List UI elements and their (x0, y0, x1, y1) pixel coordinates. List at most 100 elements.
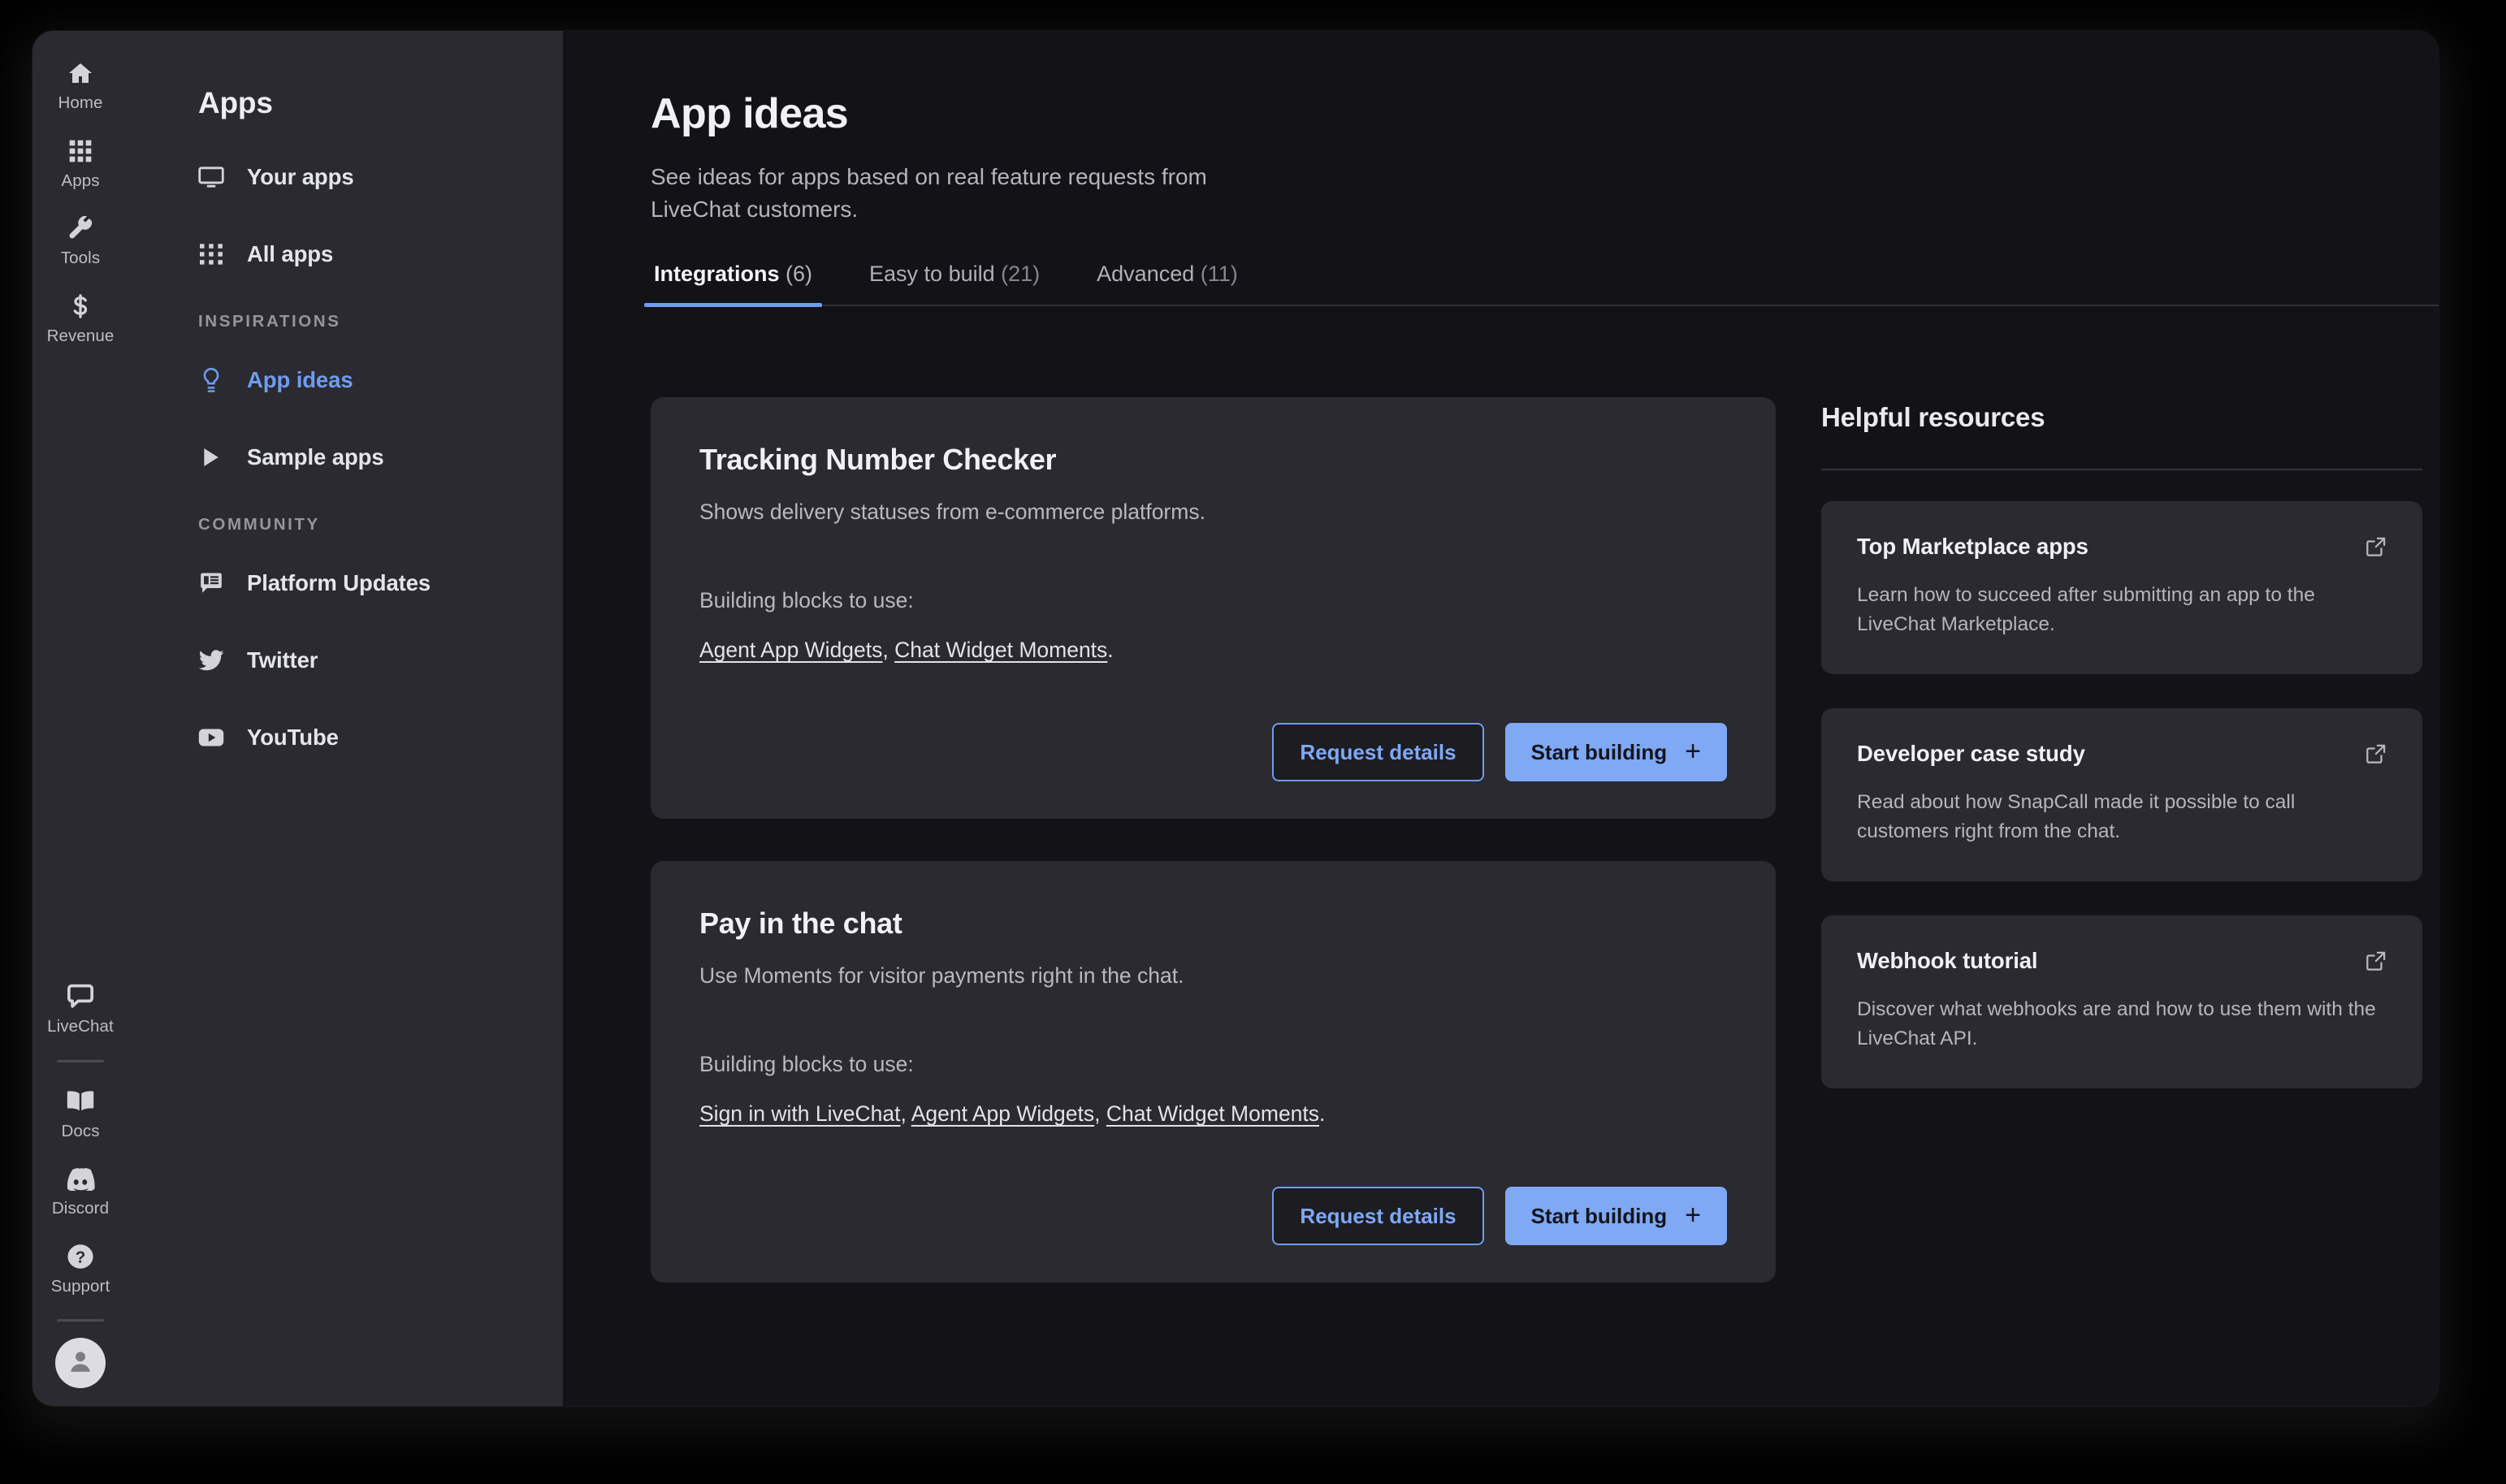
resource-title: Top Marketplace apps (1857, 534, 2088, 560)
tab-label-easy-to-build: Easy to build (869, 262, 995, 286)
resource-description: Learn how to succeed after submitting an… (1857, 581, 2387, 638)
sidebar-label-youtube: YouTube (247, 725, 339, 751)
resource-title: Developer case study (1857, 741, 2085, 767)
resource-card-developer-case-study[interactable]: Developer case study Read about how Snap… (1821, 708, 2422, 881)
rail-label-revenue: Revenue (47, 328, 115, 345)
start-building-button[interactable]: Start building + (1505, 723, 1727, 781)
app-idea-description: Use Moments for visitor payments right i… (699, 963, 1727, 989)
dollar-icon (63, 290, 98, 322)
rail-label-docs: Docs (61, 1123, 99, 1140)
rail-item-support[interactable]: ? Support (32, 1229, 128, 1307)
tab-integrations[interactable]: Integrations (6) (651, 262, 816, 305)
rail-item-docs[interactable]: Docs (32, 1074, 128, 1152)
resource-card-top-marketplace-apps[interactable]: Top Marketplace apps Learn how to succee… (1821, 501, 2422, 674)
page-title: App ideas (651, 89, 2439, 138)
youtube-icon (198, 725, 224, 751)
tab-bar: Integrations (6) Easy to build (21) Adva… (651, 262, 2439, 306)
sidebar-label-twitter: Twitter (247, 647, 318, 673)
sidebar-label-platform-updates: Platform Updates (247, 570, 431, 596)
external-link-icon (2365, 948, 2387, 976)
page-subtitle: See ideas for apps based on real feature… (651, 161, 1268, 226)
building-blocks-links: Sign in with LiveChat, Agent App Widgets… (699, 1101, 1727, 1127)
tab-count-easy-to-build: (21) (1001, 262, 1040, 286)
app-idea-title: Tracking Number Checker (699, 443, 1727, 477)
resource-card-webhook-tutorial[interactable]: Webhook tutorial Discover what webhooks … (1821, 915, 2422, 1088)
rail-item-revenue[interactable]: Revenue (32, 279, 128, 357)
app-idea-description: Shows delivery statuses from e-commerce … (699, 500, 1727, 525)
sidebar-item-twitter[interactable]: Twitter (198, 641, 563, 680)
start-building-button[interactable]: Start building + (1505, 1187, 1727, 1245)
external-link-icon (2365, 534, 2387, 561)
rail-label-livechat: LiveChat (47, 1019, 114, 1036)
rail-label-tools: Tools (61, 250, 100, 267)
tab-count-integrations: (6) (786, 262, 812, 286)
rail-divider-bottom (57, 1319, 104, 1322)
resource-description: Discover what webhooks are and how to us… (1857, 995, 2387, 1053)
sidebar-item-all-apps[interactable]: All apps (198, 235, 563, 274)
sidebar-item-youtube[interactable]: YouTube (198, 718, 563, 757)
twitter-icon (198, 647, 224, 673)
resource-card-header: Top Marketplace apps (1857, 534, 2387, 561)
home-icon (63, 57, 98, 89)
rail-item-home[interactable]: Home (32, 45, 128, 123)
question-circle-icon: ? (63, 1240, 98, 1273)
card-actions: Request details Start building + (699, 723, 1727, 781)
sidebar-label-sample-apps: Sample apps (247, 444, 384, 470)
resource-card-header: Developer case study (1857, 741, 2387, 768)
main-content: App ideas See ideas for apps based on re… (563, 31, 2439, 1406)
rail-item-livechat[interactable]: LiveChat (32, 969, 128, 1047)
sidebar-label-your-apps: Your apps (247, 164, 354, 190)
resource-card-header: Webhook tutorial (1857, 948, 2387, 976)
primary-icon-rail: Home Apps Tools Revenue LiveChat (32, 31, 128, 1406)
app-idea-card: Pay in the chat Use Moments for visitor … (651, 861, 1776, 1283)
building-block-link[interactable]: Chat Widget Moments (1106, 1101, 1319, 1126)
rail-item-tools[interactable]: Tools (32, 201, 128, 279)
tab-label-integrations: Integrations (654, 262, 780, 286)
plus-icon: + (1685, 1206, 1701, 1226)
book-icon (63, 1085, 98, 1118)
avatar[interactable] (55, 1338, 106, 1388)
app-idea-title: Pay in the chat (699, 906, 1727, 941)
sidebar-item-sample-apps[interactable]: Sample apps (198, 438, 563, 477)
rail-label-discord: Discord (52, 1201, 109, 1218)
lightbulb-icon (198, 367, 224, 393)
divider (1821, 469, 2422, 470)
tab-advanced[interactable]: Advanced (11) (1093, 262, 1241, 305)
sidebar-label-app-ideas: App ideas (247, 367, 353, 393)
sidebar-section-community: COMMUNITY (198, 515, 563, 534)
card-actions: Request details Start building + (699, 1187, 1727, 1245)
app-window: Home Apps Tools Revenue LiveChat (32, 31, 2439, 1406)
livechat-bubble-icon (63, 980, 98, 1013)
wrench-icon (63, 212, 98, 244)
rail-label-support: Support (51, 1278, 110, 1296)
rail-item-apps[interactable]: Apps (32, 123, 128, 201)
start-building-label: Start building (1531, 740, 1668, 765)
rail-divider-top (57, 1060, 104, 1062)
start-building-label: Start building (1531, 1204, 1668, 1229)
sidebar-item-platform-updates[interactable]: Platform Updates (198, 564, 563, 603)
tab-label-advanced: Advanced (1097, 262, 1194, 286)
building-block-link[interactable]: Agent App Widgets (911, 1101, 1094, 1126)
grid-apps-icon (63, 135, 98, 167)
sidebar-item-your-apps[interactable]: Your apps (198, 158, 563, 197)
sidebar-item-app-ideas[interactable]: App ideas (198, 361, 563, 400)
resource-description: Read about how SnapCall made it possible… (1857, 788, 2387, 846)
announcement-icon (198, 570, 224, 596)
request-details-button[interactable]: Request details (1272, 1187, 1483, 1245)
request-details-button[interactable]: Request details (1272, 723, 1483, 781)
external-link-icon (2365, 741, 2387, 768)
user-avatar-icon (67, 1348, 94, 1379)
content-columns: Tracking Number Checker Shows delivery s… (651, 397, 2439, 1325)
building-block-link[interactable]: Agent App Widgets (699, 638, 882, 662)
rail-label-apps: Apps (61, 173, 99, 190)
building-block-link[interactable]: Chat Widget Moments (894, 638, 1107, 662)
monitor-icon (198, 164, 224, 190)
tab-easy-to-build[interactable]: Easy to build (21) (866, 262, 1043, 305)
plus-icon: + (1685, 742, 1701, 762)
building-blocks-label: Building blocks to use: (699, 588, 1727, 613)
rail-item-discord[interactable]: Discord (32, 1151, 128, 1229)
tab-count-advanced: (11) (1201, 262, 1238, 286)
svg-text:?: ? (76, 1248, 86, 1266)
rail-label-home: Home (58, 95, 102, 112)
building-block-link[interactable]: Sign in with LiveChat (699, 1101, 900, 1126)
